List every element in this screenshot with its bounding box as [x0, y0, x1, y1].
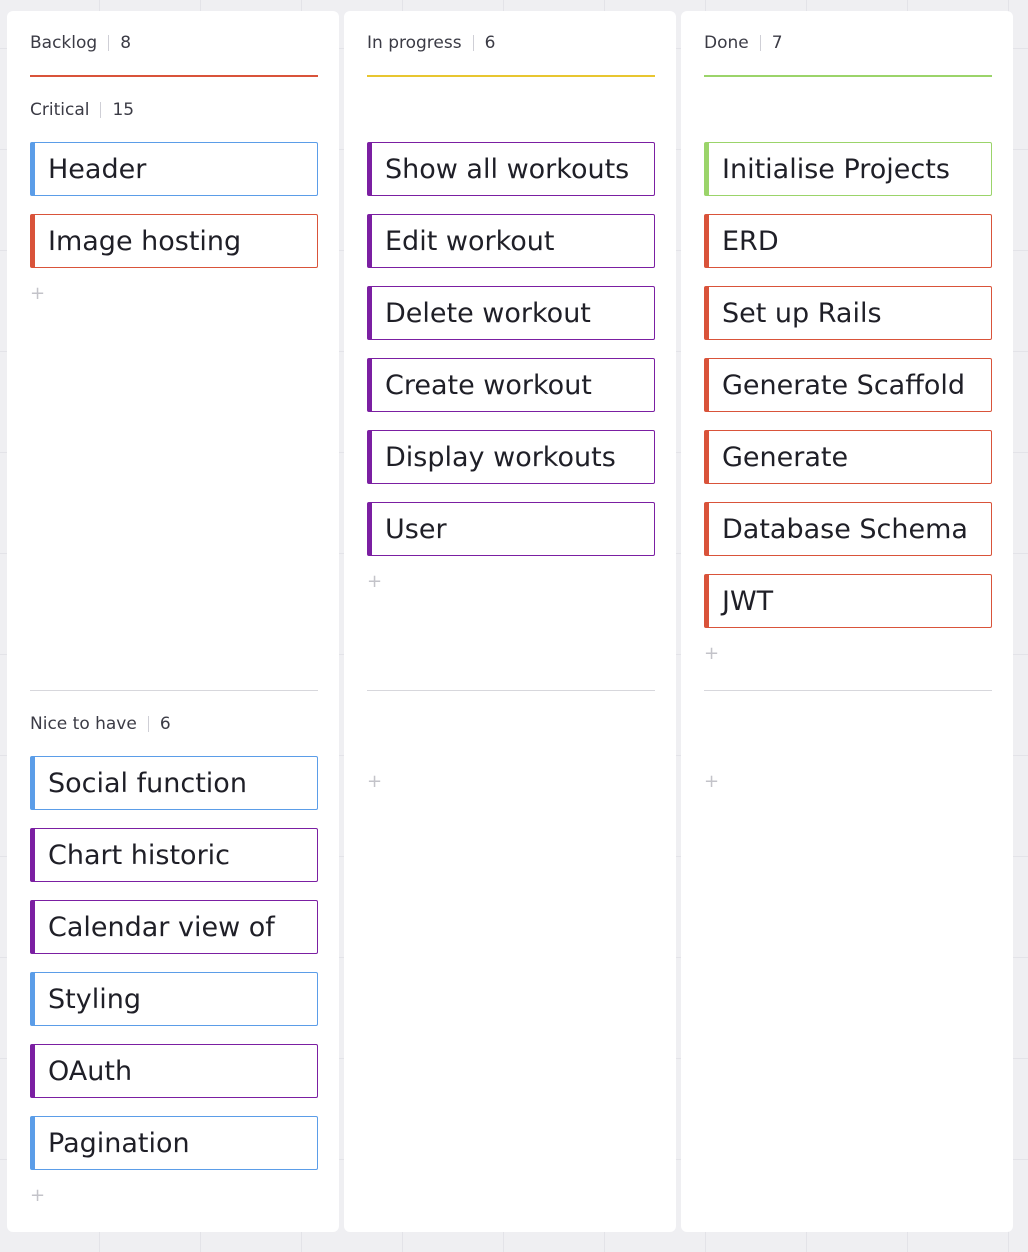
- column-title: In progress: [367, 33, 462, 53]
- card[interactable]: JWT: [704, 574, 992, 628]
- card-label: Show all workouts: [385, 153, 630, 185]
- card[interactable]: Pagination: [30, 1116, 318, 1170]
- card[interactable]: Delete workout: [367, 286, 655, 340]
- group-divider: [367, 690, 655, 691]
- plus-icon[interactable]: +: [704, 645, 719, 663]
- card-label: Styling: [48, 983, 141, 1015]
- card-label: JWT: [722, 585, 774, 617]
- card[interactable]: Calendar view of: [30, 900, 318, 954]
- card[interactable]: Generate: [704, 430, 992, 484]
- separator: [100, 102, 102, 118]
- card[interactable]: OAuth: [30, 1044, 318, 1098]
- card[interactable]: Display workouts: [367, 430, 655, 484]
- column-accent-line: [30, 75, 318, 77]
- separator: [147, 716, 149, 732]
- card-label: Image hosting: [48, 225, 242, 257]
- column-count: 6: [484, 33, 496, 53]
- column-backlog: Backlog 8 Critical 15 Header Image hosti…: [7, 11, 339, 1232]
- card-label: Create workout: [385, 369, 592, 401]
- column-count: 8: [120, 33, 132, 53]
- plus-icon[interactable]: +: [367, 573, 382, 591]
- card-label: Generate: [722, 441, 849, 473]
- column-title: Done: [704, 33, 749, 53]
- group-title: Critical: [30, 100, 90, 120]
- column-header[interactable]: In progress 6: [367, 32, 495, 54]
- card-label: Generate Scaffold: [722, 369, 965, 401]
- card[interactable]: Generate Scaffold: [704, 358, 992, 412]
- group-header-nice-to-have[interactable]: Nice to have 6: [30, 713, 171, 735]
- column-count: 7: [771, 33, 783, 53]
- group-divider: [704, 690, 992, 691]
- plus-icon[interactable]: +: [367, 773, 382, 791]
- plus-icon[interactable]: +: [704, 773, 719, 791]
- column-header[interactable]: Done 7: [704, 32, 783, 54]
- card[interactable]: Header: [30, 142, 318, 196]
- card[interactable]: Show all workouts: [367, 142, 655, 196]
- column-accent-line: [704, 75, 992, 77]
- card[interactable]: Image hosting: [30, 214, 318, 268]
- plus-icon[interactable]: +: [30, 285, 45, 303]
- group-count: 15: [112, 100, 135, 120]
- column-in-progress: In progress 6 Show all workouts Edit wor…: [344, 11, 676, 1232]
- card-label: Header: [48, 153, 147, 185]
- group-count: 6: [159, 714, 171, 734]
- card-label: Social function: [48, 767, 247, 799]
- column-title: Backlog: [30, 33, 98, 53]
- column-header[interactable]: Backlog 8: [30, 32, 131, 54]
- card-label: Set up Rails: [722, 297, 882, 329]
- card[interactable]: ERD: [704, 214, 992, 268]
- card-label: Edit workout: [385, 225, 555, 257]
- card-label: Delete workout: [385, 297, 591, 329]
- separator: [472, 35, 474, 51]
- card-label: User: [385, 513, 447, 545]
- card-label: ERD: [722, 225, 779, 257]
- separator: [108, 35, 110, 51]
- card[interactable]: User: [367, 502, 655, 556]
- plus-icon[interactable]: +: [30, 1187, 45, 1205]
- card-label: Display workouts: [385, 441, 616, 473]
- card[interactable]: Social function: [30, 756, 318, 810]
- card-label: Initialise Projects: [722, 153, 950, 185]
- column-done: Done 7 Initialise Projects ERD Set up Ra…: [681, 11, 1013, 1232]
- separator: [759, 35, 761, 51]
- card[interactable]: Styling: [30, 972, 318, 1026]
- column-accent-line: [367, 75, 655, 77]
- card[interactable]: Set up Rails: [704, 286, 992, 340]
- card-label: Database Schema: [722, 513, 968, 545]
- group-header-critical[interactable]: Critical 15: [30, 99, 134, 121]
- card-label: Calendar view of: [48, 911, 275, 943]
- card[interactable]: Edit workout: [367, 214, 655, 268]
- card[interactable]: Initialise Projects: [704, 142, 992, 196]
- group-divider: [30, 690, 318, 691]
- card[interactable]: Chart historic: [30, 828, 318, 882]
- card[interactable]: Database Schema: [704, 502, 992, 556]
- card[interactable]: Create workout: [367, 358, 655, 412]
- card-label: OAuth: [48, 1055, 133, 1087]
- card-label: Pagination: [48, 1127, 190, 1159]
- group-title: Nice to have: [30, 714, 137, 734]
- card-label: Chart historic: [48, 839, 231, 871]
